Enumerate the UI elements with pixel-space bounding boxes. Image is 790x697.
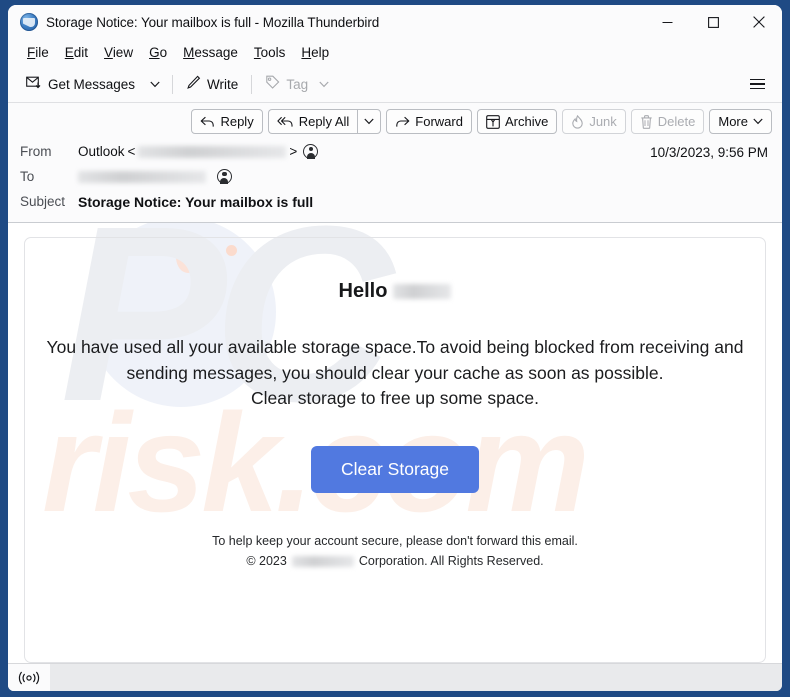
reply-label: Reply (220, 114, 254, 129)
clear-storage-button[interactable]: Clear Storage (311, 446, 479, 494)
pencil-icon (186, 75, 201, 93)
menu-item-go[interactable]: Go (141, 43, 175, 63)
chevron-down-icon (753, 118, 763, 125)
from-value[interactable]: Outlook < > (78, 144, 319, 159)
from-bracket-open: < (127, 144, 136, 159)
from-bracket-close: > (289, 144, 298, 159)
subject-value: Storage Notice: Your mailbox is full (78, 193, 314, 210)
to-label: To (20, 169, 35, 184)
more-button[interactable]: More (709, 109, 772, 134)
more-label: More (718, 114, 748, 129)
forward-label: Forward (415, 114, 463, 129)
to-address-redacted (78, 170, 206, 183)
email-content-card: Hello You have used all your available s… (24, 237, 766, 663)
thunderbird-icon (20, 13, 38, 31)
subject-label: Subject (20, 194, 66, 209)
chevron-down-icon (150, 81, 160, 87)
email-body-pane: PC risk.com Hello You have used all your… (8, 223, 782, 663)
main-toolbar: Get Messages Write Tag (8, 66, 782, 103)
menu-item-message[interactable]: Message (175, 43, 246, 63)
title-bar: Storage Notice: Your mailbox is full - M… (8, 5, 782, 39)
toolbar-divider-2 (251, 74, 253, 94)
contact-avatar-icon[interactable] (217, 169, 232, 184)
from-display-name: Outlook (78, 144, 125, 159)
toolbar-divider-1 (172, 74, 174, 94)
menu-item-tools[interactable]: Tools (246, 43, 294, 63)
reply-all-arrow-icon (277, 116, 293, 127)
from-label: From (20, 144, 52, 159)
reply-all-button[interactable]: Reply All (267, 109, 358, 134)
chevron-down-icon (364, 118, 374, 125)
write-button[interactable]: Write (178, 71, 246, 97)
maximize-icon[interactable] (690, 5, 736, 39)
email-footnote: To help keep your account secure, please… (25, 531, 765, 571)
get-messages-dropdown[interactable] (143, 71, 167, 97)
menu-bar: File Edit View Go Message Tools Help (8, 39, 782, 66)
cta-wrapper: Clear Storage (25, 446, 765, 494)
archive-box-icon (486, 114, 500, 129)
close-icon[interactable] (736, 5, 782, 39)
junk-label: Junk (589, 114, 617, 129)
hamburger-icon-bar (749, 87, 765, 90)
message-header-pane: Reply Reply All Forward Archive Junk Del… (8, 103, 782, 223)
write-label: Write (207, 76, 239, 92)
email-greeting: Hello (25, 280, 765, 303)
greeting-text: Hello (338, 280, 388, 302)
message-date: 10/3/2023, 9:56 PM (650, 145, 768, 160)
tag-button[interactable]: Tag (257, 71, 337, 97)
paragraph-line-1: You have used all your available storage… (46, 337, 744, 357)
status-bar (8, 663, 782, 691)
header-row-subject: Subject Storage Notice: Your mailbox is … (20, 189, 770, 214)
flame-icon (572, 114, 584, 129)
delete-button[interactable]: Delete (630, 109, 705, 134)
footnote-copyright-line: © 2023 Corporation. All Rights Reserved. (25, 551, 765, 571)
tag-icon (265, 75, 280, 93)
reply-all-dropdown[interactable] (357, 109, 382, 134)
tag-label: Tag (286, 76, 309, 92)
menu-item-view[interactable]: View (96, 43, 141, 63)
message-action-toolbar: Reply Reply All Forward Archive Junk Del… (8, 103, 782, 138)
email-paragraph: You have used all your available storage… (39, 335, 751, 412)
junk-button[interactable]: Junk (562, 109, 626, 134)
window-title: Storage Notice: Your mailbox is full - M… (46, 14, 380, 30)
to-value[interactable] (78, 169, 232, 184)
copyright-prefix: © 2023 (246, 554, 287, 569)
reply-button[interactable]: Reply (191, 109, 263, 134)
window-controls (644, 5, 782, 39)
get-messages-label: Get Messages (48, 76, 136, 92)
copyright-suffix: Corporation. All Rights Reserved. (358, 554, 544, 569)
company-name-redacted (291, 555, 354, 567)
archive-label: Archive (504, 114, 549, 129)
menu-item-help[interactable]: Help (293, 43, 337, 63)
hamburger-icon-bar (749, 78, 765, 81)
app-menu-button[interactable] (744, 71, 770, 97)
archive-button[interactable]: Archive (476, 109, 558, 134)
broadcast-online-icon (18, 671, 40, 684)
get-messages-button[interactable]: Get Messages (18, 71, 143, 97)
hamburger-icon-bar (749, 83, 765, 85)
greeting-name-redacted (393, 284, 452, 299)
delete-label: Delete (657, 114, 696, 129)
trash-icon (641, 114, 652, 129)
header-row-to: To (20, 164, 770, 189)
menu-item-edit[interactable]: Edit (57, 43, 96, 63)
thunderbird-window: Storage Notice: Your mailbox is full - M… (8, 5, 782, 691)
contact-avatar-icon[interactable] (303, 144, 319, 159)
minimize-icon[interactable] (644, 5, 690, 39)
forward-button[interactable]: Forward (386, 109, 472, 134)
paragraph-line-2: sending messages, you should clear your … (126, 362, 664, 383)
from-address-redacted (138, 145, 287, 158)
download-mail-icon (26, 76, 42, 93)
reply-all-group: Reply All (267, 109, 382, 134)
reply-arrow-icon (201, 116, 215, 127)
reply-all-label: Reply All (298, 114, 350, 129)
chevron-down-icon (319, 81, 329, 87)
connection-status-cell[interactable] (8, 663, 50, 691)
paragraph-line-3: Clear storage to free up some space. (251, 388, 539, 409)
footnote-security-line: To help keep your account secure, please… (212, 534, 578, 549)
forward-arrow-icon (396, 116, 410, 127)
menu-item-file[interactable]: File (19, 43, 57, 63)
